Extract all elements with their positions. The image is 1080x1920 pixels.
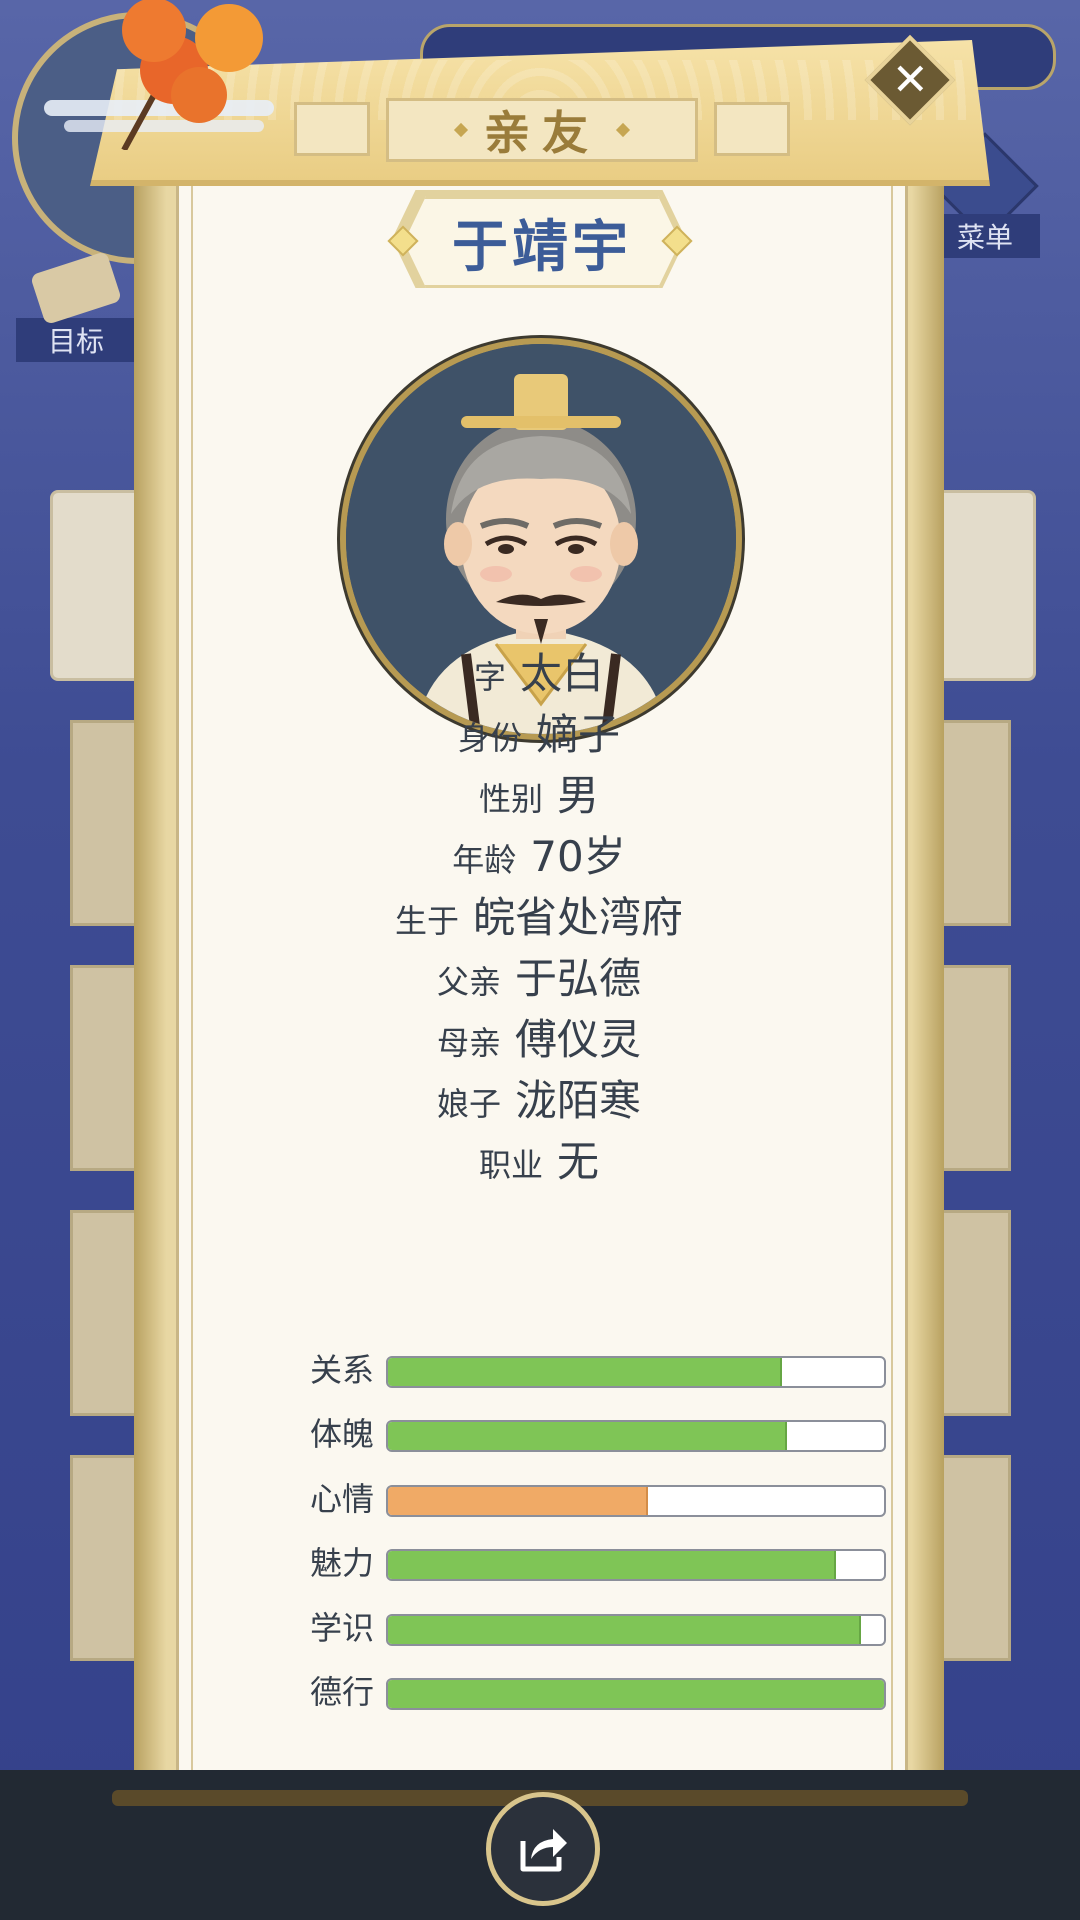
stat-track xyxy=(386,1549,886,1581)
info-row-age: 年龄 70岁 xyxy=(134,823,944,884)
info-key: 性别 xyxy=(478,780,543,818)
stat-mood: 心情 xyxy=(310,1479,890,1519)
stat-track xyxy=(386,1614,886,1646)
stat-label: 关系 xyxy=(310,1351,375,1389)
info-value: 70岁 xyxy=(530,832,626,881)
info-row-courtesy-name: 字太白 xyxy=(134,640,944,701)
persimmon-decoration-icon xyxy=(44,0,274,150)
stat-fill xyxy=(388,1487,648,1515)
share-button[interactable] xyxy=(486,1792,600,1906)
goal-button[interactable]: 目标 xyxy=(16,250,136,362)
info-row-father: 父亲 于弘德 xyxy=(134,945,944,1006)
info-key: 父亲 xyxy=(436,963,501,1001)
close-icon: ✕ xyxy=(891,54,929,105)
stat-track xyxy=(386,1356,886,1388)
stat-physique: 体魄 xyxy=(310,1414,890,1454)
info-key: 娘子 xyxy=(436,1085,501,1123)
title-ornament-right xyxy=(714,102,790,156)
share-icon xyxy=(520,1829,567,1872)
stat-label: 魅力 xyxy=(310,1544,375,1582)
info-value: 男 xyxy=(557,771,600,820)
title-dot-icon xyxy=(615,122,631,138)
info-value: 傅仪灵 xyxy=(515,1015,642,1064)
info-key: 职业 xyxy=(478,1146,543,1184)
info-row-occupation: 职业无 xyxy=(134,1128,944,1189)
stat-fill xyxy=(388,1551,837,1579)
stat-charm: 魅力 xyxy=(310,1543,890,1583)
panel-title-box: 亲友 xyxy=(386,98,698,162)
character-name: 于靖宇 xyxy=(452,214,632,280)
goal-label: 目标 xyxy=(16,318,136,362)
stat-track xyxy=(386,1678,886,1710)
panel-title: 亲友 xyxy=(484,106,600,160)
stat-fill xyxy=(388,1422,787,1450)
info-value: 无 xyxy=(557,1137,600,1186)
info-value: 泷陌寒 xyxy=(515,1076,642,1125)
title-ornament-left xyxy=(294,102,370,156)
info-key: 生于 xyxy=(394,902,459,940)
stat-fill xyxy=(388,1680,884,1708)
info-key: 身份 xyxy=(457,719,522,757)
info-row-birthplace: 生于 皖省处湾府 xyxy=(134,884,944,945)
relative-info-scroll: 亲友 ✕ 于靖宇 字 太白 身份 嫡子 性别 男 年龄 70岁 生于 皖省处湾府… xyxy=(90,34,990,1810)
stat-track xyxy=(386,1485,886,1517)
info-row-identity: 身份 嫡子 xyxy=(134,701,944,762)
stat-label: 德行 xyxy=(310,1673,375,1711)
info-key: 母亲 xyxy=(436,1024,501,1062)
stat-label: 学识 xyxy=(310,1609,375,1647)
name-plaque: 于靖宇 xyxy=(404,196,680,288)
info-row-mother: 母亲 傅仪灵 xyxy=(134,1006,944,1067)
info-value: 嫡子 xyxy=(536,710,621,759)
info-row-wife: 娘子 泷陌寒 xyxy=(134,1067,944,1128)
info-value: 太白 xyxy=(520,649,605,698)
info-row-gender: 性别男 xyxy=(134,762,944,823)
info-key: 字 xyxy=(473,658,506,696)
stat-fill xyxy=(388,1616,862,1644)
menu-label: 菜单 xyxy=(930,214,1040,258)
stat-virtue: 德行 xyxy=(310,1672,890,1712)
stat-relationship: 关系 xyxy=(310,1350,890,1390)
stat-label: 体魄 xyxy=(310,1415,375,1453)
scroll-icon xyxy=(29,250,123,326)
info-value: 于弘德 xyxy=(515,954,642,1003)
stat-knowledge: 学识 xyxy=(310,1608,890,1648)
stat-track xyxy=(386,1420,886,1452)
title-dot-icon xyxy=(453,122,469,138)
stat-label: 心情 xyxy=(310,1480,375,1518)
stat-fill xyxy=(388,1358,782,1386)
info-key: 年龄 xyxy=(452,841,517,879)
info-value: 皖省处湾府 xyxy=(473,893,684,942)
